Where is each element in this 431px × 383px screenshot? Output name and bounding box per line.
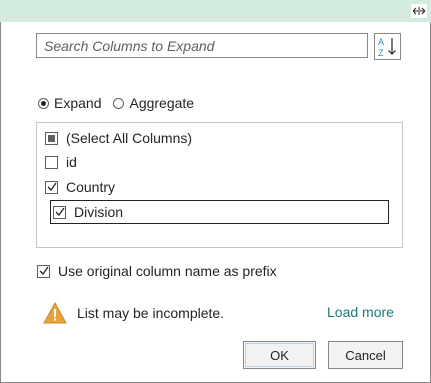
svg-text:A: A xyxy=(378,37,384,47)
column-item-select-all[interactable]: (Select All Columns) xyxy=(45,128,192,148)
division-checkbox[interactable] xyxy=(53,205,66,219)
select-all-checkbox[interactable] xyxy=(45,131,58,145)
prefix-option[interactable]: Use original column name as prefix xyxy=(37,262,277,280)
cancel-button[interactable]: Cancel xyxy=(328,341,403,369)
column-item-label: Country xyxy=(66,179,116,195)
aggregate-radio[interactable] xyxy=(113,97,125,109)
checkmark-icon xyxy=(39,266,49,275)
id-checkbox[interactable] xyxy=(45,155,58,169)
columns-list: (Select All Columns) id Country Division xyxy=(36,122,403,248)
prefix-checkbox[interactable] xyxy=(37,264,50,278)
column-item-label: id xyxy=(66,154,77,170)
dialog-title-bar xyxy=(0,0,431,22)
expand-radio[interactable] xyxy=(38,97,49,109)
prefix-label: Use original column name as prefix xyxy=(58,263,277,279)
column-item-label: Division xyxy=(74,204,124,220)
column-item-country[interactable]: Country xyxy=(45,177,115,197)
load-more-link[interactable]: Load more xyxy=(327,304,394,320)
expand-radio-label[interactable]: Expand xyxy=(54,95,101,111)
expand-arrows-icon xyxy=(413,7,425,15)
checkmark-icon xyxy=(47,182,57,191)
incomplete-list-warning: List may be incomplete. xyxy=(43,302,224,324)
column-item-label: (Select All Columns) xyxy=(66,130,193,146)
search-columns-input[interactable] xyxy=(37,34,367,57)
search-columns-box[interactable] xyxy=(36,33,368,58)
svg-text:Z: Z xyxy=(378,48,384,58)
sort-az-button[interactable]: A Z xyxy=(374,33,401,60)
checkmark-icon xyxy=(55,207,65,216)
country-checkbox[interactable] xyxy=(45,180,58,194)
expand-dialog-button[interactable] xyxy=(410,3,428,19)
warning-icon xyxy=(43,302,67,324)
warning-text: List may be incomplete. xyxy=(77,305,225,321)
ok-button[interactable]: OK xyxy=(243,341,316,369)
mode-radio-group: Expand Aggregate xyxy=(38,94,206,112)
column-item-division[interactable]: Division xyxy=(50,200,389,224)
aggregate-radio-label[interactable]: Aggregate xyxy=(129,95,194,111)
sort-az-icon: A Z xyxy=(378,37,396,58)
column-item-id[interactable]: id xyxy=(45,152,77,172)
